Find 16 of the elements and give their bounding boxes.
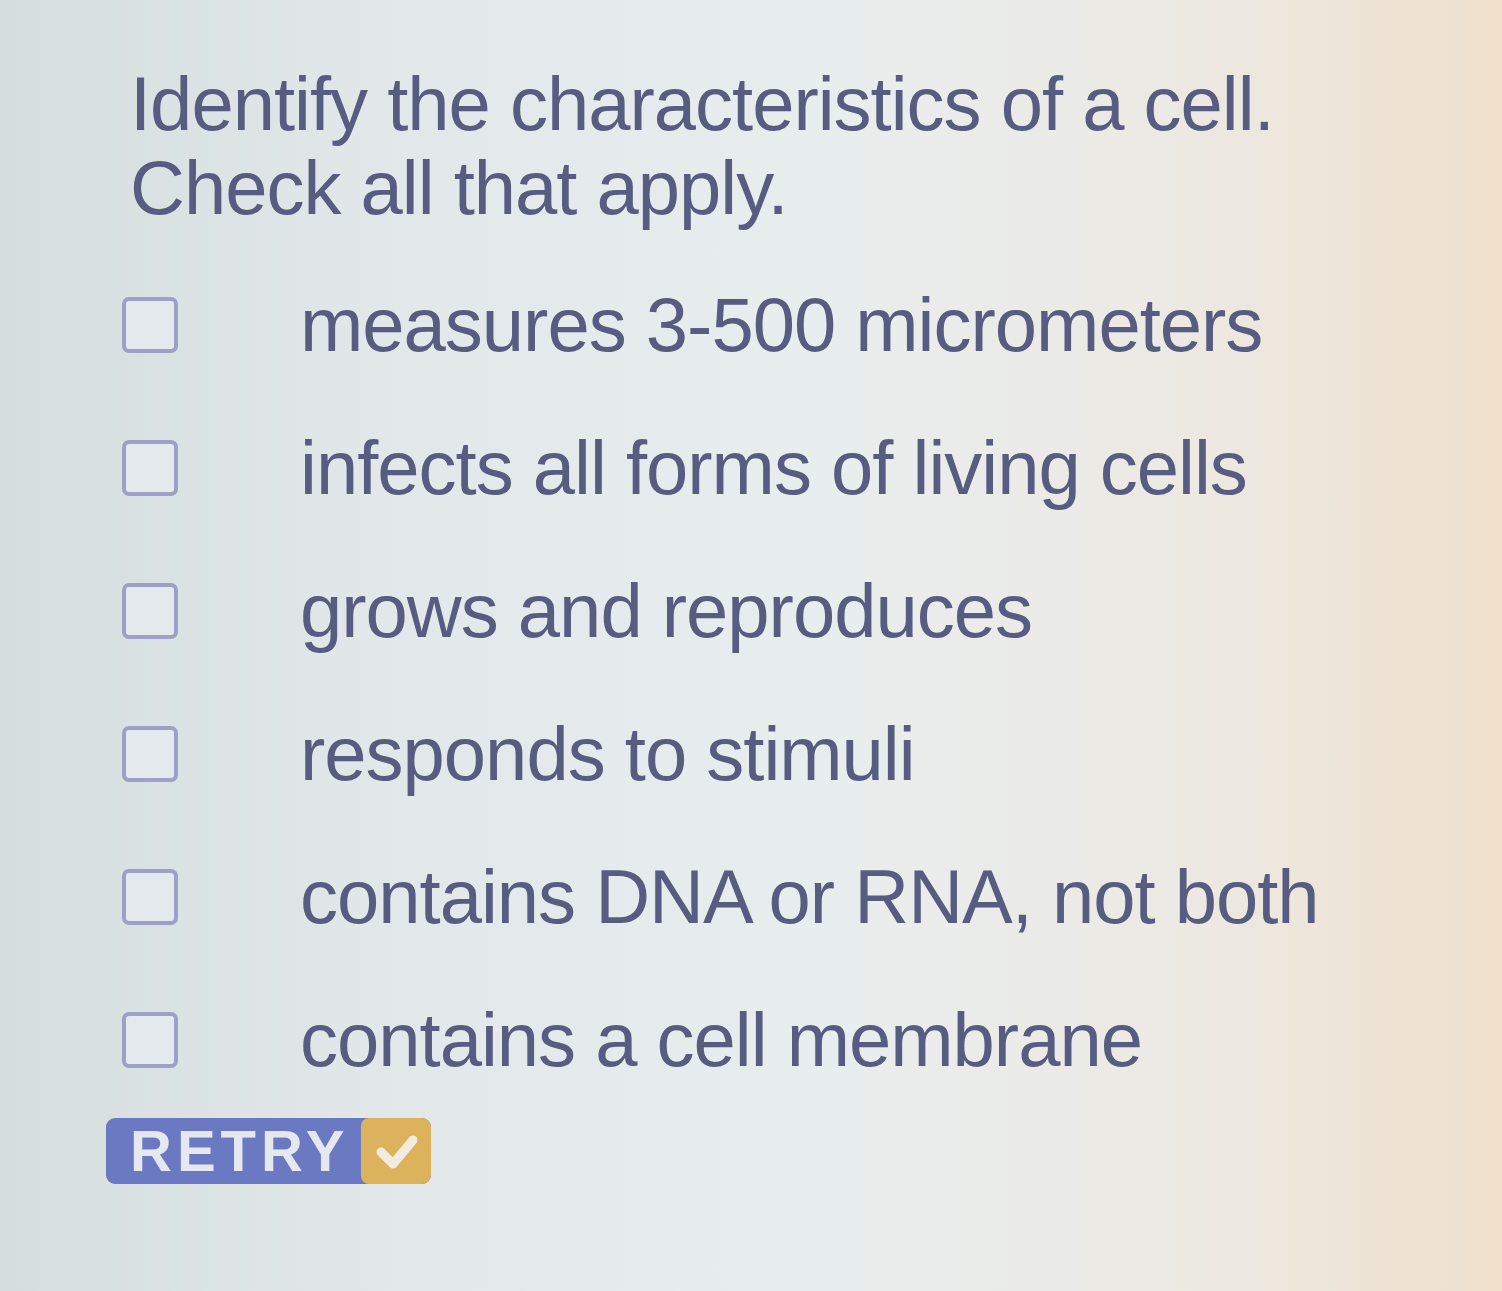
checkbox[interactable] xyxy=(122,296,178,353)
instruction-text: Check all that apply. xyxy=(130,146,789,230)
question-text: Identify the characteristics of a cell. xyxy=(130,62,1274,146)
option-label: responds to stimuli xyxy=(300,711,915,796)
checkbox[interactable] xyxy=(122,725,178,782)
checkbox[interactable] xyxy=(122,439,178,496)
option-label: contains a cell membrane xyxy=(300,997,1142,1082)
option-label: measures 3-500 micrometers xyxy=(300,282,1263,367)
retry-button[interactable]: RETRY xyxy=(106,1118,432,1184)
option-label: grows and reproduces xyxy=(300,568,1032,653)
checkbox[interactable] xyxy=(122,582,178,639)
checkbox[interactable] xyxy=(122,868,178,925)
checkbox[interactable] xyxy=(122,1011,178,1068)
check-icon xyxy=(361,1118,432,1184)
option-label: contains DNA or RNA, not both xyxy=(300,854,1319,939)
option-label: infects all forms of living cells xyxy=(300,425,1247,510)
